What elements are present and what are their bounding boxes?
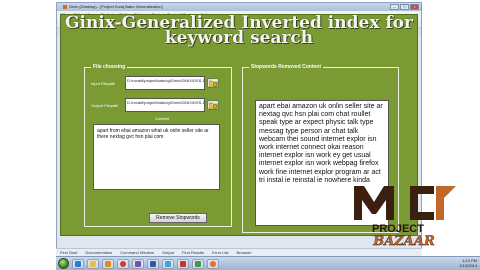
output-filepath-field[interactable]: D:\ronald\project\babu\g\Ginix\GINIX\DSS…: [125, 98, 205, 112]
desktop-screen: Ginix (Desktop) - [Project Suraj Babu Ge…: [0, 0, 480, 270]
visual-studio-icon: [135, 260, 141, 267]
word-icon: [150, 260, 156, 267]
taskbar-vs-button[interactable]: [132, 258, 144, 269]
chrome-icon: [120, 260, 126, 267]
browser-icon: [75, 260, 81, 267]
ide-bottom-tabs: Find Start Documentation Command Window …: [56, 248, 422, 256]
bottom-tab-find-results[interactable]: Find Results: [182, 249, 204, 256]
window-controls: – □ ×: [390, 3, 419, 10]
input-filepath-label: Input Filepath: [91, 81, 116, 86]
taskbar-java-button[interactable]: [177, 258, 189, 269]
app-icon: [195, 260, 201, 267]
bottom-tab-output[interactable]: Output: [162, 249, 174, 256]
stopwords-removed-legend: Stopwords Removed Content: [249, 63, 324, 71]
taskbar-paint-button[interactable]: [162, 258, 174, 269]
input-browse-button[interactable]: [207, 78, 219, 88]
taskbar-firefox-button[interactable]: [207, 258, 219, 269]
close-button[interactable]: ×: [410, 4, 419, 10]
taskbar-explorer-button[interactable]: [87, 258, 99, 269]
input-filepath-field[interactable]: D:\ronald\project\babu\g\Ginix\GINIX\DSS…: [125, 76, 205, 90]
page-title: Ginix-Generalized Inverted index for key…: [65, 13, 413, 48]
bottom-tab-command-window[interactable]: Command Window: [120, 249, 154, 256]
logo-mark: [354, 186, 456, 220]
app-icon: [63, 4, 67, 9]
bottom-tab-find-start[interactable]: Find Start: [60, 249, 77, 256]
output-browse-button[interactable]: [207, 100, 219, 110]
project-bazaar-logo: PROJECT BAZAAR: [354, 186, 456, 248]
media-icon: [105, 260, 111, 267]
logo-line-2: BAZAAR: [372, 234, 435, 248]
folder-icon: [90, 260, 96, 267]
output-filepath-label: Output Filepath: [91, 103, 119, 108]
taskbar-media-button[interactable]: [102, 258, 114, 269]
taskbar: 1:24 PM 1/12/2014: [56, 256, 480, 270]
content-textarea[interactable]: apart from ebai amazon what uk onlin sel…: [93, 124, 220, 190]
taskbar-ie-button[interactable]: [72, 258, 84, 269]
remove-stopwords-button[interactable]: Remove Stopwords: [149, 213, 207, 223]
java-icon: [180, 260, 186, 267]
system-clock[interactable]: 1:24 PM 1/12/2014: [459, 258, 477, 268]
paint-icon: [165, 260, 171, 267]
taskbar-chrome-button[interactable]: [117, 258, 129, 269]
firefox-icon: [210, 260, 216, 267]
file-choosing-panel: File choosing Input Filepath D:\ronald\p…: [84, 63, 232, 227]
taskbar-word-button[interactable]: [147, 258, 159, 269]
content-label: Content: [155, 116, 170, 121]
ide-title-bar[interactable]: Ginix (Desktop) - [Project Suraj Babu Ge…: [57, 3, 421, 11]
maximize-button[interactable]: □: [400, 4, 409, 10]
minimize-button[interactable]: –: [390, 4, 399, 10]
start-button[interactable]: [58, 258, 69, 269]
ide-title-text: Ginix (Desktop) - [Project Suraj Babu Ge…: [69, 4, 163, 9]
bottom-tab-browser[interactable]: Browser: [237, 249, 252, 256]
taskbar-app-button[interactable]: [192, 258, 204, 269]
file-choosing-legend: File choosing: [91, 63, 128, 71]
bottom-tab-error-list[interactable]: Error List: [212, 249, 228, 256]
clock-date: 1/12/2014: [459, 263, 477, 268]
folder-refresh-icon: [208, 80, 218, 87]
folder-refresh-icon: [208, 102, 218, 109]
bottom-tab-documentation[interactable]: Documentation: [85, 249, 112, 256]
